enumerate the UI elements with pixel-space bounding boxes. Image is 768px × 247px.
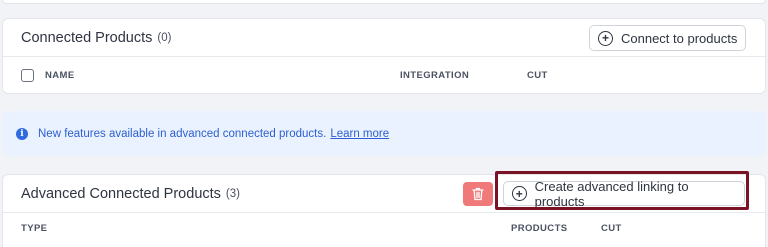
delete-button[interactable] [463,182,493,206]
column-header-integration[interactable]: INTEGRATION [400,70,469,81]
advanced-products-title: Advanced Connected Products [21,185,221,202]
column-header-products[interactable]: PRODUCTS [511,223,568,234]
connect-to-products-label: Connect to products [621,30,738,46]
column-header-name[interactable]: NAME [45,70,75,81]
highlight-annotation-box [495,171,749,210]
info-icon: i [16,127,28,140]
advanced-products-table-header: TYPE PRODUCTS CUT [3,210,765,246]
connected-products-card: Connected Products (0) + Connect to prod… [2,18,766,94]
connected-products-table-header: NAME INTEGRATION CUT [3,57,765,93]
info-banner: i New features available in advanced con… [2,111,766,156]
trash-icon [472,187,484,201]
column-header-type[interactable]: TYPE [21,223,47,234]
column-header-cut[interactable]: CUT [601,223,622,234]
column-header-cut[interactable]: CUT [527,70,548,81]
banner-message: New features available in advanced conne… [38,127,327,140]
select-all-checkbox[interactable] [21,69,34,82]
previous-card-edge [2,0,766,4]
advanced-products-count: (3) [225,187,240,200]
learn-more-link[interactable]: Learn more [330,128,389,140]
connected-products-count: (0) [157,31,172,44]
connected-products-title: Connected Products [21,29,153,46]
plus-circle-icon: + [598,30,613,46]
connect-to-products-button[interactable]: + Connect to products [589,25,747,51]
